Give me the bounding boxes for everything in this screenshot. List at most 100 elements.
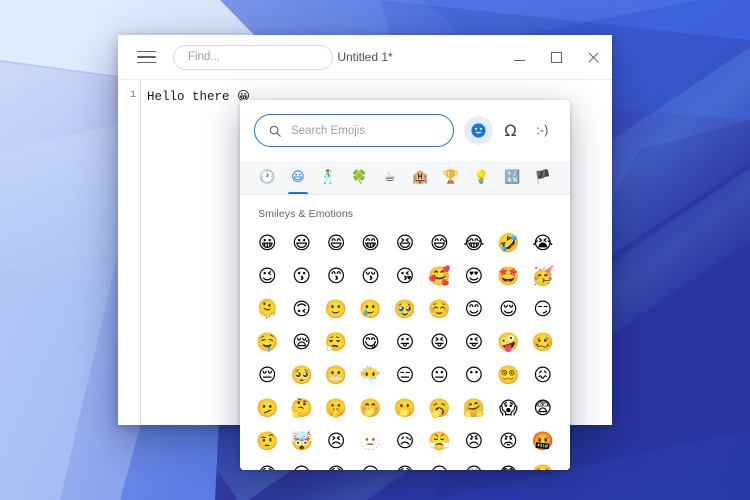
emoji-cell[interactable]: 😦: [353, 458, 387, 470]
symbols-mode-button[interactable]: Ω: [496, 116, 525, 145]
kaomoji-icon: :-): [536, 124, 549, 137]
emoji-cell[interactable]: 😛: [388, 326, 422, 359]
tab-flags[interactable]: 🏴: [527, 161, 558, 194]
emoji-cell[interactable]: 🥲: [353, 293, 387, 326]
emoji-cell[interactable]: 😊: [457, 293, 491, 326]
emoji-cell[interactable]: 🤪: [491, 326, 525, 359]
emoji-cell[interactable]: 😚: [353, 260, 387, 293]
maximize-button[interactable]: [538, 35, 575, 79]
minimize-button[interactable]: [501, 35, 538, 79]
emoji-cell[interactable]: 😄: [319, 227, 353, 260]
emoji-cell[interactable]: 😶‍🌫️: [353, 359, 387, 392]
emoji-cell[interactable]: 😱: [491, 392, 525, 425]
emoji-cell[interactable]: 🫥: [353, 425, 387, 458]
tab-symbols[interactable]: 🔣: [497, 161, 528, 194]
emoji-cell[interactable]: 😲: [457, 458, 491, 470]
emoji-cell[interactable]: 🤯: [284, 425, 318, 458]
emoji-cell[interactable]: 😏: [526, 293, 560, 326]
tab-travel-places[interactable]: 🏨: [405, 161, 436, 194]
emoji-cell[interactable]: 🤗: [457, 392, 491, 425]
emoji-cell[interactable]: 😁: [353, 227, 387, 260]
emoji-cell[interactable]: 🥳: [526, 260, 560, 293]
emoji-cell[interactable]: 😧: [388, 458, 422, 470]
tab-smileys[interactable]: 😃: [283, 161, 314, 194]
emoji-cell[interactable]: 🤩: [491, 260, 525, 293]
emoji-cell[interactable]: 😙: [319, 260, 353, 293]
emoji-cell[interactable]: 😮: [422, 458, 456, 470]
emoji-cell[interactable]: 🥹: [388, 293, 422, 326]
emoji-cell[interactable]: 🙃: [284, 293, 318, 326]
emoji-cell[interactable]: 🤤: [250, 326, 284, 359]
emoji-cell[interactable]: 🥺: [284, 359, 318, 392]
minimize-icon: [514, 59, 525, 62]
emoji-cell[interactable]: 😪: [284, 326, 318, 359]
emoji-cell[interactable]: 😘: [388, 260, 422, 293]
emoji-cell[interactable]: 😜: [457, 326, 491, 359]
emoji-cell[interactable]: 😤: [422, 425, 456, 458]
emoji-cell[interactable]: 😟: [319, 458, 353, 470]
tab-recent[interactable]: 🕐: [252, 161, 283, 194]
emoji-cell[interactable]: 😝: [422, 326, 456, 359]
emoji-cell[interactable]: 🤔: [284, 392, 318, 425]
search-input[interactable]: Search Emojis: [254, 114, 454, 147]
emoji-cell[interactable]: 🥱: [422, 392, 456, 425]
emoji-cell[interactable]: 😋: [353, 326, 387, 359]
emoji-cell[interactable]: 🤨: [250, 425, 284, 458]
emoji-cell[interactable]: 😮‍💨: [319, 326, 353, 359]
kaomoji-mode-button[interactable]: :-): [528, 116, 557, 145]
emoji-cell[interactable]: 😣: [319, 425, 353, 458]
emoji-cell[interactable]: 😍: [457, 260, 491, 293]
emoji-cell[interactable]: 😔: [250, 359, 284, 392]
close-button[interactable]: [575, 35, 612, 79]
emoji-cell[interactable]: 🥺: [526, 458, 560, 470]
emoji-cell[interactable]: 😅: [422, 227, 456, 260]
window-controls: [501, 35, 612, 79]
emoji-grid-scroll[interactable]: Smileys & Emotions 😀 😃 😄 😁 😆 😅 😂 🤣 😭 😉 😗 😙 😚 😘 🥰 😍 🤩 🥳 🫠 🙃 🙂…: [240, 195, 570, 470]
emoji-cell[interactable]: 😥: [388, 425, 422, 458]
hamburger-menu-icon[interactable]: [129, 40, 163, 74]
tab-objects[interactable]: 💡: [466, 161, 497, 194]
find-input[interactable]: Find...: [173, 44, 333, 70]
close-icon: [587, 51, 600, 64]
emoji-cell[interactable]: 🙂: [319, 293, 353, 326]
emoji-grid: 😀 😃 😄 😁 😆 😅 😂 🤣 😭 😉 😗 😙 😚 😘 🥰 😍 🤩 🥳 🫠 🙃 🙂 🥲 🥹 ☺️ 😊 😌 😏 🤤 😪 😮‍💨 😋 😛 😝 😜 🤪 🥴 😔…: [240, 227, 570, 470]
line-number-gutter: 1: [118, 80, 141, 425]
emoji-cell[interactable]: 😵‍💫: [491, 359, 525, 392]
emoji-cell[interactable]: 🥴: [526, 326, 560, 359]
emoji-cell[interactable]: 😠: [457, 425, 491, 458]
emoji-cell[interactable]: 🫢: [388, 392, 422, 425]
emoji-cell[interactable]: 🤬: [526, 425, 560, 458]
emoji-cell[interactable]: 😕: [284, 458, 318, 470]
emoji-mode-button[interactable]: [464, 116, 493, 145]
emoji-cell[interactable]: 😨: [526, 392, 560, 425]
tab-people[interactable]: 🕺: [313, 161, 344, 194]
emoji-cell[interactable]: 😑: [388, 359, 422, 392]
emoji-cell[interactable]: 🤣: [491, 227, 525, 260]
emoji-cell[interactable]: 😭: [526, 227, 560, 260]
emoji-cell[interactable]: 🤭: [353, 392, 387, 425]
emoji-cell[interactable]: ☺️: [422, 293, 456, 326]
emoji-cell[interactable]: 😂: [457, 227, 491, 260]
emoji-picker-panel: Search Emojis Ω :-) 🕐 😃 🕺 🍀 ☕ 🏨 🏆 💡 🔣 🏴 Smileys &: [240, 100, 570, 470]
emoji-cell[interactable]: 😶: [457, 359, 491, 392]
emoji-cell[interactable]: 🥰: [422, 260, 456, 293]
emoji-cell[interactable]: 😳: [491, 458, 525, 470]
emoji-cell[interactable]: 😃: [284, 227, 318, 260]
emoji-cell[interactable]: 😖: [526, 359, 560, 392]
emoji-cell[interactable]: 🫤: [250, 392, 284, 425]
emoji-cell[interactable]: 😡: [491, 425, 525, 458]
emoji-cell[interactable]: 😌: [491, 293, 525, 326]
search-icon: [269, 125, 281, 137]
tab-food-drink[interactable]: ☕: [374, 161, 405, 194]
emoji-cell[interactable]: 😓: [250, 458, 284, 470]
emoji-cell[interactable]: 🫠: [250, 293, 284, 326]
emoji-cell[interactable]: 😆: [388, 227, 422, 260]
emoji-cell[interactable]: 😉: [250, 260, 284, 293]
emoji-cell[interactable]: 😐: [422, 359, 456, 392]
emoji-cell[interactable]: 🤫: [319, 392, 353, 425]
tab-activities[interactable]: 🏆: [436, 161, 467, 194]
emoji-cell[interactable]: 😗: [284, 260, 318, 293]
tab-animals-nature[interactable]: 🍀: [344, 161, 375, 194]
emoji-cell[interactable]: 😬: [319, 359, 353, 392]
emoji-cell[interactable]: 😀: [250, 227, 284, 260]
